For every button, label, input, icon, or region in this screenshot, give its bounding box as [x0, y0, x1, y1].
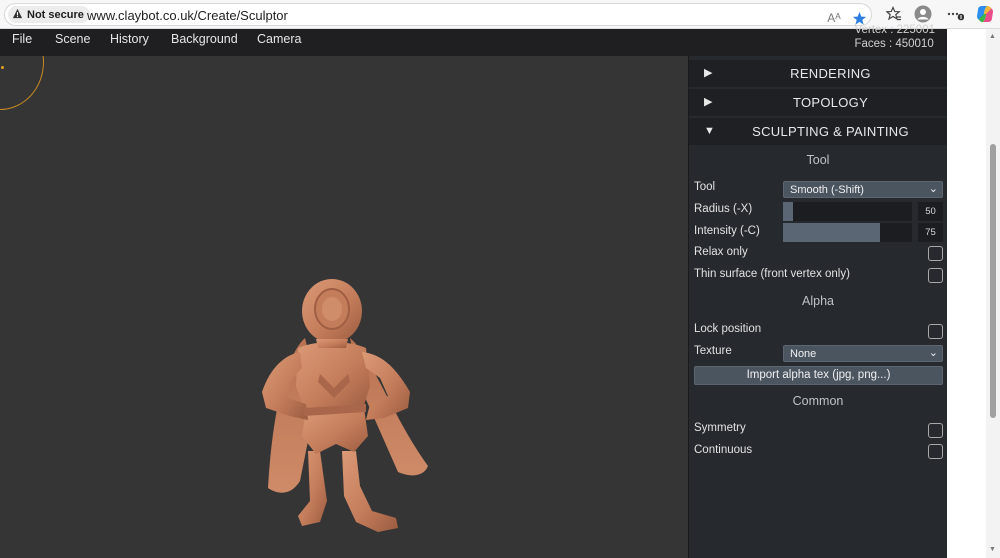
copilot-icon[interactable]	[973, 4, 997, 24]
thin-surface-label: Thin surface (front vertex only)	[694, 268, 850, 280]
scroll-up-icon[interactable]: ▲	[989, 33, 996, 40]
scroll-down-icon[interactable]: ▼	[989, 546, 996, 553]
rendering-section-header[interactable]: ▶ RENDERING	[689, 60, 947, 87]
chevron-down-icon: ⌄	[928, 347, 938, 359]
app-menubar: File Scene History Background Camera Ver…	[0, 24, 947, 56]
alpha-group-heading: Alpha	[802, 294, 834, 308]
security-label: Not secure	[27, 8, 84, 21]
topology-title: TOPOLOGY	[792, 95, 869, 110]
sculpting-title: SCULPTING & PAINTING	[752, 124, 909, 139]
sculpting-section-header[interactable]: ▼ SCULPTING & PAINTING	[689, 118, 947, 145]
address-bar[interactable]: Not secure www.claybot.co.uk/Create/Scul…	[4, 3, 872, 26]
radius-value-input[interactable]: 50	[918, 202, 943, 221]
tool-select-value: Smooth (-Shift)	[790, 184, 864, 196]
warning-icon	[12, 8, 23, 22]
topology-section-header[interactable]: ▶ TOPOLOGY	[689, 89, 947, 116]
face-count: Faces : 450010	[854, 38, 934, 50]
lock-position-checkbox[interactable]	[928, 324, 943, 339]
read-aloud-icon[interactable]: Aᴬ	[823, 8, 845, 28]
menu-background[interactable]: Background	[171, 32, 238, 46]
radius-slider[interactable]	[783, 202, 912, 221]
rendering-title: RENDERING	[790, 66, 871, 81]
symmetry-checkbox[interactable]	[928, 423, 943, 438]
relax-only-label: Relax only	[694, 246, 748, 258]
symmetry-label: Symmetry	[694, 422, 746, 434]
favorites-icon[interactable]	[883, 4, 905, 24]
url-text[interactable]: www.claybot.co.uk/Create/Sculptor	[87, 8, 288, 23]
menu-scene[interactable]: Scene	[55, 32, 90, 46]
intensity-value-input[interactable]: 75	[918, 223, 943, 242]
common-group-heading: Common	[792, 394, 844, 408]
scrollbar-thumb[interactable]	[990, 144, 996, 418]
intensity-slider[interactable]	[783, 223, 912, 242]
tool-label: Tool	[694, 181, 716, 193]
sculpt-viewport[interactable]	[0, 56, 688, 558]
mesh-stats: Vertex : 225001 Faces : 450010	[854, 24, 935, 51]
more-icon[interactable]	[944, 4, 966, 24]
radius-label: Radius (-X)	[694, 203, 753, 215]
intensity-label: Intensity (-C)	[694, 225, 760, 237]
continuous-checkbox[interactable]	[928, 444, 943, 459]
profile-icon[interactable]	[912, 4, 934, 24]
menu-file[interactable]: File	[12, 32, 32, 46]
clay-superhero-model[interactable]	[0, 56, 688, 558]
texture-select-value: None	[790, 348, 817, 360]
security-indicator[interactable]: Not secure	[8, 6, 90, 23]
menu-camera[interactable]: Camera	[257, 32, 301, 46]
import-alpha-button[interactable]: Import alpha tex (jpg, png...)	[694, 366, 943, 385]
radius-slider-fill	[783, 202, 794, 221]
menu-history[interactable]: History	[110, 32, 149, 46]
texture-select[interactable]: None ⌄	[783, 345, 943, 362]
relax-only-checkbox[interactable]	[928, 246, 943, 261]
thin-surface-checkbox[interactable]	[928, 268, 943, 283]
texture-label: Texture	[694, 345, 732, 357]
tool-select[interactable]: Smooth (-Shift) ⌄	[783, 181, 943, 198]
browser-toolbar: Not secure www.claybot.co.uk/Create/Scul…	[0, 0, 1000, 29]
settings-panel: ▶ RENDERING ▶ TOPOLOGY ▼ SCULPTING & PAI…	[688, 56, 947, 558]
continuous-label: Continuous	[694, 444, 753, 456]
chevron-down-icon: ⌄	[928, 183, 938, 195]
vertex-count: Vertex : 225001	[854, 24, 935, 36]
tool-group-heading: Tool	[806, 153, 830, 167]
intensity-slider-fill	[783, 223, 880, 242]
lock-position-label: Lock position	[694, 323, 762, 335]
